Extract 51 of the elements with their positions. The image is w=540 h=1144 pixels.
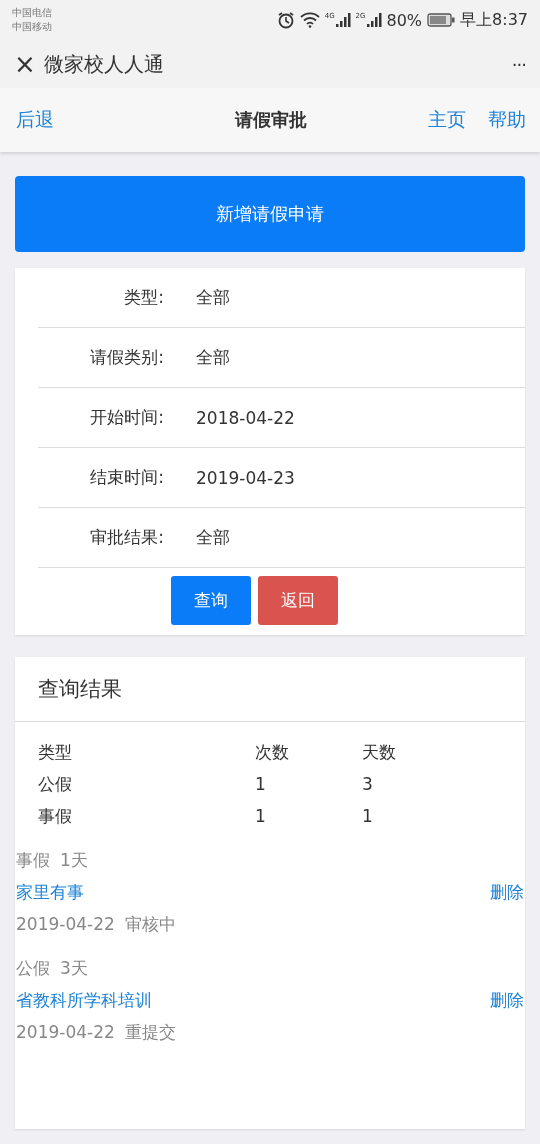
signal-icon	[365, 12, 382, 28]
column-header: 类型	[38, 740, 73, 764]
signal-icon	[334, 12, 351, 28]
app-title: 微家校人人通	[44, 50, 165, 78]
field-value[interactable]: 2019-04-23	[196, 467, 295, 488]
column-header: 天数	[362, 740, 396, 764]
field-label: 开始时间:	[89, 406, 164, 429]
back-link[interactable]: 后退	[16, 107, 54, 133]
carrier-name: 中国电信	[12, 6, 52, 20]
field-label: 审批结果:	[89, 526, 164, 549]
section-title: 查询结果	[15, 657, 525, 722]
table-cell-text: 1	[255, 774, 267, 794]
table-cell-text: 1	[255, 806, 267, 826]
approval-status: 重提交	[124, 1020, 176, 1044]
nav-link[interactable]: 帮助	[488, 107, 526, 133]
field-value[interactable]: 2018-04-22	[196, 407, 295, 428]
delete-link[interactable]: 删除	[490, 988, 524, 1012]
request-title-link[interactable]: 家里有事	[16, 880, 84, 904]
page-title: 请假审批	[233, 108, 308, 132]
table-cell: 1	[362, 806, 373, 826]
new-request-button[interactable]: 新增请假申请	[15, 176, 525, 252]
field-value[interactable]: 全部	[196, 526, 230, 549]
field-label: 请假类别:	[89, 346, 164, 369]
table-cell-text: 公假	[38, 772, 73, 796]
field-value[interactable]: 全部	[196, 286, 230, 309]
field-value[interactable]: 全部	[196, 346, 230, 369]
more-button[interactable]: ···	[511, 53, 526, 75]
nav-link[interactable]: 主页	[428, 107, 466, 133]
query-button[interactable]: 查询	[170, 576, 251, 625]
request-title-link[interactable]: 省教科所学科培训	[16, 988, 152, 1012]
alarm-icon	[276, 11, 295, 29]
field-label: 结束时间:	[89, 466, 164, 489]
leave-type: 公假	[16, 956, 50, 980]
battery-icon	[427, 13, 456, 27]
return-button[interactable]: 返回	[257, 576, 338, 625]
leave-days: 1天	[60, 848, 88, 872]
field-label: 类型:	[123, 286, 164, 309]
delete-link[interactable]: 删除	[490, 880, 524, 904]
table-cell: 3	[362, 774, 373, 794]
request-date: 2019-04-22	[16, 914, 115, 934]
leave-days: 3天	[60, 956, 88, 980]
battery-percent: 80%	[386, 10, 423, 30]
clock-time: 早上8:37	[460, 9, 528, 31]
table-cell-text: 事假	[38, 804, 73, 828]
close-button[interactable]: ×	[14, 49, 44, 79]
approval-status: 审核中	[124, 912, 176, 936]
wifi-icon	[299, 12, 320, 28]
request-date: 2019-04-22	[16, 1022, 115, 1042]
column-header: 次数	[255, 740, 290, 764]
carrier-name: 中国移动	[12, 20, 52, 34]
leave-type: 事假	[16, 848, 50, 872]
